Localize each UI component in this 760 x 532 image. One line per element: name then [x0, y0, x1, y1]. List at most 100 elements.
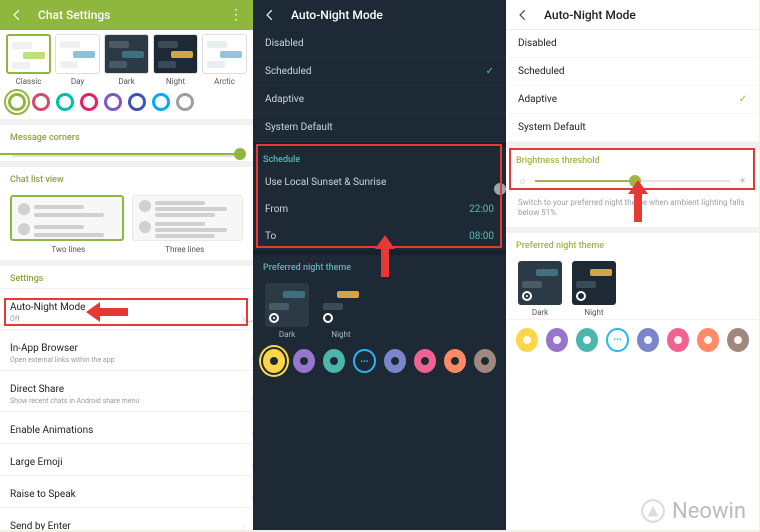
- night-theme-dark[interactable]: Dark: [265, 283, 309, 339]
- setting-subtitle: Open external links within the app: [10, 356, 115, 364]
- section-schedule: Schedule: [253, 147, 506, 169]
- setting-in-app-browser[interactable]: In-App Browser Open external links within…: [0, 329, 253, 370]
- radio-icon: [522, 291, 532, 301]
- message-corners-slider[interactable]: [0, 147, 253, 161]
- setting-raise-to-speak[interactable]: Raise to Speak: [0, 475, 253, 507]
- chat-list-two-lines[interactable]: [10, 195, 124, 241]
- color-chip[interactable]: [32, 93, 50, 111]
- mode-system-default[interactable]: System Default: [253, 114, 506, 142]
- accent-chip[interactable]: •••: [353, 349, 375, 373]
- accent-color-chips: •••: [253, 341, 506, 381]
- night-theme-night[interactable]: Night: [319, 283, 363, 339]
- header-title: Auto-Night Mode: [544, 8, 636, 22]
- accent-chip[interactable]: [384, 349, 406, 373]
- mode-scheduled[interactable]: Scheduled: [506, 58, 759, 86]
- brightness-high-icon: ☀: [738, 176, 747, 187]
- use-local-sunset-row[interactable]: Use Local Sunset & Sunrise: [253, 169, 506, 196]
- header-title: Auto-Night Mode: [291, 8, 383, 22]
- setting-title: Direct Share: [10, 384, 64, 395]
- setting-large-emoji[interactable]: Large Emoji: [0, 443, 253, 475]
- watermark-text: Neowin: [672, 499, 746, 524]
- setting-subtitle: Show recent chats in Android share menu: [10, 397, 139, 405]
- accent-chip[interactable]: [444, 349, 466, 373]
- accent-chip[interactable]: [667, 328, 689, 352]
- mode-options: DisabledScheduledAdaptive✓ System Default: [506, 30, 759, 142]
- accent-chip[interactable]: [293, 349, 315, 373]
- color-chip[interactable]: [80, 93, 98, 111]
- setting-direct-share[interactable]: Direct Share Show recent chats in Android…: [0, 370, 253, 411]
- setting-title: Send by Enter: [10, 521, 71, 530]
- setting-title: Auto-Night Mode: [10, 302, 85, 313]
- use-local-label: Use Local Sunset & Sunrise: [265, 177, 386, 188]
- theme-label: Dark: [265, 330, 309, 339]
- color-chip[interactable]: [104, 93, 122, 111]
- theme-option-arctic[interactable]: Arctic: [202, 34, 247, 86]
- header-title: Chat Settings: [38, 8, 110, 22]
- back-icon[interactable]: [263, 8, 283, 22]
- accent-chip[interactable]: [516, 328, 538, 352]
- accent-chip[interactable]: [727, 328, 749, 352]
- accent-chip[interactable]: [546, 328, 568, 352]
- radio-icon: [269, 313, 279, 323]
- radio-icon: [576, 291, 586, 301]
- mode-label: System Default: [265, 122, 333, 133]
- theme-label: Day: [55, 77, 100, 86]
- section-chat-list-view: Chat list view: [0, 167, 253, 189]
- schedule-from-row[interactable]: From 22:00: [253, 196, 506, 223]
- to-value: 08:00: [469, 231, 494, 242]
- accent-chip[interactable]: [323, 349, 345, 373]
- color-chip[interactable]: [8, 93, 26, 111]
- setting-enable-animations[interactable]: Enable Animations: [0, 411, 253, 443]
- back-icon[interactable]: [10, 8, 30, 22]
- mode-label: System Default: [518, 122, 586, 133]
- accent-chip[interactable]: [414, 349, 436, 373]
- accent-chip[interactable]: [697, 328, 719, 352]
- mode-disabled[interactable]: Disabled: [506, 30, 759, 58]
- theme-option-classic[interactable]: Classic: [6, 34, 51, 86]
- accent-chip[interactable]: [637, 328, 659, 352]
- theme-picker: Classic Day Dark Night Arctic: [0, 30, 253, 88]
- setting-send-by-enter[interactable]: Send by Enter: [0, 507, 253, 530]
- mode-adaptive[interactable]: Adaptive✓: [506, 86, 759, 114]
- theme-label: Classic: [6, 77, 51, 86]
- section-settings: Settings: [0, 266, 253, 288]
- chat-list-options: [0, 189, 253, 245]
- night-theme-dark[interactable]: Dark: [518, 261, 562, 317]
- from-value: 22:00: [469, 204, 494, 215]
- section-message-corners: Message corners: [0, 125, 253, 147]
- overflow-menu-icon[interactable]: ⋮: [229, 7, 243, 23]
- accent-chip[interactable]: •••: [606, 328, 628, 352]
- check-icon: ✓: [486, 66, 494, 77]
- accent-chip[interactable]: [576, 328, 598, 352]
- watermark-neowin: Neowin: [640, 498, 746, 524]
- color-chip[interactable]: [152, 93, 170, 111]
- theme-option-night[interactable]: Night: [153, 34, 198, 86]
- settings-list: Auto-Night ModeOff In-App BrowserOpen ex…: [0, 288, 253, 530]
- theme-label: Arctic: [202, 77, 247, 86]
- mode-scheduled[interactable]: Scheduled ✓: [253, 58, 506, 86]
- color-chip[interactable]: [128, 93, 146, 111]
- color-chip[interactable]: [176, 93, 194, 111]
- theme-option-dark[interactable]: Dark: [104, 34, 149, 86]
- theme-label: Night: [153, 77, 198, 86]
- chat-list-three-lines[interactable]: [132, 195, 244, 241]
- setting-title: Large Emoji: [10, 457, 63, 468]
- mode-system-default[interactable]: System Default: [506, 114, 759, 142]
- theme-option-day[interactable]: Day: [55, 34, 100, 86]
- mode-label: Scheduled: [265, 66, 312, 77]
- color-chip[interactable]: [56, 93, 74, 111]
- mode-options: Disabled Scheduled ✓ Adaptive System Default: [253, 30, 506, 142]
- back-icon[interactable]: [516, 8, 536, 22]
- section-preferred-night-theme: Preferred night theme: [506, 233, 759, 255]
- preferred-night-theme-picker: Dark Night: [506, 255, 759, 319]
- mode-disabled[interactable]: Disabled: [253, 30, 506, 58]
- accent-chip[interactable]: [263, 349, 285, 373]
- setting-title: In-App Browser: [10, 343, 78, 354]
- header: Chat Settings ⋮: [0, 0, 253, 30]
- header: Auto-Night Mode: [253, 0, 506, 30]
- accent-chip[interactable]: [474, 349, 496, 373]
- pane-chat-settings: Chat Settings ⋮ Classic Day Dark Night A…: [0, 0, 253, 530]
- mode-adaptive[interactable]: Adaptive: [253, 86, 506, 114]
- night-theme-night[interactable]: Night: [572, 261, 616, 317]
- callout-arrow-icon: [375, 237, 395, 277]
